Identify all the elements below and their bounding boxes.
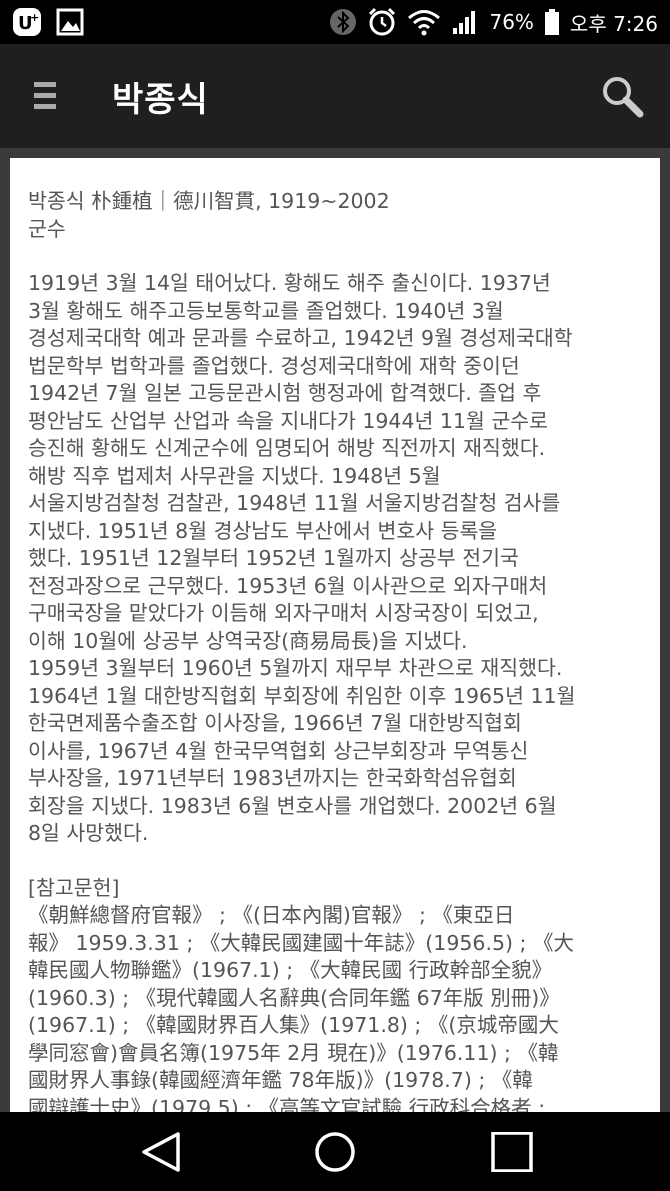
article-body: 1919년 3월 14일 태어났다. 황해도 해주 출신이다. 1937년 3월… (28, 271, 576, 845)
svg-text:+: + (30, 11, 39, 24)
app-bar: 박종식 (0, 44, 670, 148)
alarm-icon (367, 7, 397, 37)
content-area: 박종식 朴鍾植｜德川智貫, 1919~2002 군수 1919년 3월 14일 … (0, 148, 670, 1112)
signal-icon (451, 8, 479, 36)
wifi-icon (407, 8, 441, 36)
battery-icon (544, 8, 560, 36)
page-title: 박종식 (112, 80, 209, 120)
references-heading: [참고문헌] (28, 875, 120, 900)
battery-percent: 76% (489, 10, 534, 34)
image-icon (56, 8, 84, 36)
navigation-bar (0, 1112, 670, 1191)
article-header-line2: 군수 (28, 216, 66, 241)
references-list: 《朝鮮總督府官報》 ; 《(日本內閣)官報》 ; 《東亞日 報》 1959.3.… (28, 903, 574, 1112)
clock: 오후 7:26 (569, 11, 658, 36)
hamburger-icon[interactable] (34, 82, 58, 110)
search-icon[interactable] (600, 74, 644, 118)
uplus-icon: U + (12, 7, 42, 37)
recents-square-icon[interactable] (490, 1131, 534, 1173)
article-card[interactable]: 박종식 朴鍾植｜德川智貫, 1919~2002 군수 1919년 3월 14일 … (10, 158, 660, 1112)
status-bar: U + 76% 오후 7:26 (0, 0, 670, 44)
article-header-line1: 박종식 朴鍾植｜德川智貫, 1919~2002 (28, 189, 390, 213)
bluetooth-icon (329, 8, 357, 36)
home-circle-icon[interactable] (313, 1132, 357, 1172)
back-triangle-icon[interactable] (140, 1132, 184, 1172)
